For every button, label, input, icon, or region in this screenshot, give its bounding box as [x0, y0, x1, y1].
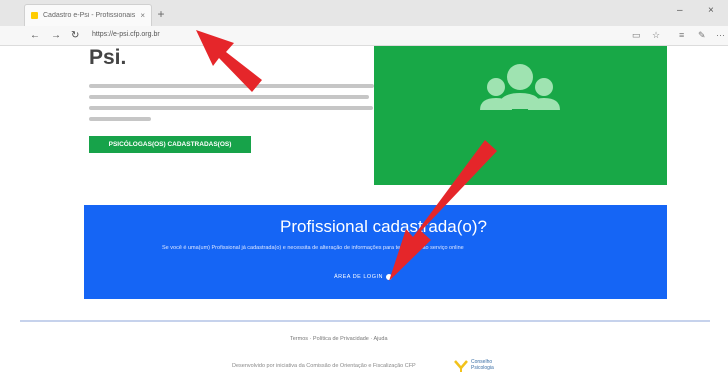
registered-professional-subtext: Se você é uma(um) Profissional já cadast… [162, 245, 464, 251]
registered-psychologists-button[interactable]: PSICÓLOGAS(OS) CADASTRADAS(OS) [89, 136, 251, 153]
back-icon[interactable]: ← [30, 29, 40, 43]
reading-view-icon[interactable]: ▭ [632, 30, 641, 41]
login-area-label: ÁREA DE LOGIN [334, 274, 383, 280]
browser-tab[interactable]: Cadastro e-Psi - Profissionais × [24, 4, 152, 26]
users-icon [480, 64, 560, 110]
cfp-logo-icon [454, 360, 468, 372]
footer-credit: Desenvolvido por iniciativa da Comissão … [232, 363, 416, 369]
pen-icon[interactable]: ✎ [698, 30, 706, 41]
login-area-link[interactable]: ÁREA DE LOGIN [334, 274, 392, 280]
info-icon [386, 274, 392, 280]
address-bar[interactable]: https://e-psi.cfp.org.br [92, 31, 160, 38]
window-minimize-button[interactable]: – [677, 5, 683, 16]
green-panel [374, 46, 667, 185]
browser-tab-bar: Cadastro e-Psi - Profissionais × + – × [0, 0, 728, 26]
footer-divider [20, 320, 710, 322]
favicon-icon [31, 12, 38, 19]
registered-professional-heading: Profissional cadastrada(o)? [280, 217, 487, 236]
footer-links[interactable]: Termos · Política de Privacidade · Ajuda [290, 336, 388, 342]
page-title: Psi. [89, 46, 127, 69]
hub-icon[interactable]: ≡ [679, 30, 684, 40]
tab-title: Cadastro e-Psi - Profissionais [43, 12, 136, 19]
new-tab-button[interactable]: + [154, 7, 168, 21]
tab-close-icon[interactable]: × [140, 11, 145, 20]
cfp-logo-text: Conselho Psicologia [471, 359, 494, 371]
refresh-icon[interactable]: ↻ [71, 29, 79, 43]
window-close-button[interactable]: × [708, 5, 714, 16]
browser-toolbar: ← → ↻ https://e-psi.cfp.org.br ▭ ☆ ≡ ✎ ⋯ [0, 26, 728, 46]
intro-paragraph [89, 84, 374, 128]
star-icon[interactable]: ☆ [652, 30, 660, 41]
forward-icon[interactable]: → [51, 29, 61, 43]
menu-icon[interactable]: ⋯ [716, 30, 725, 41]
